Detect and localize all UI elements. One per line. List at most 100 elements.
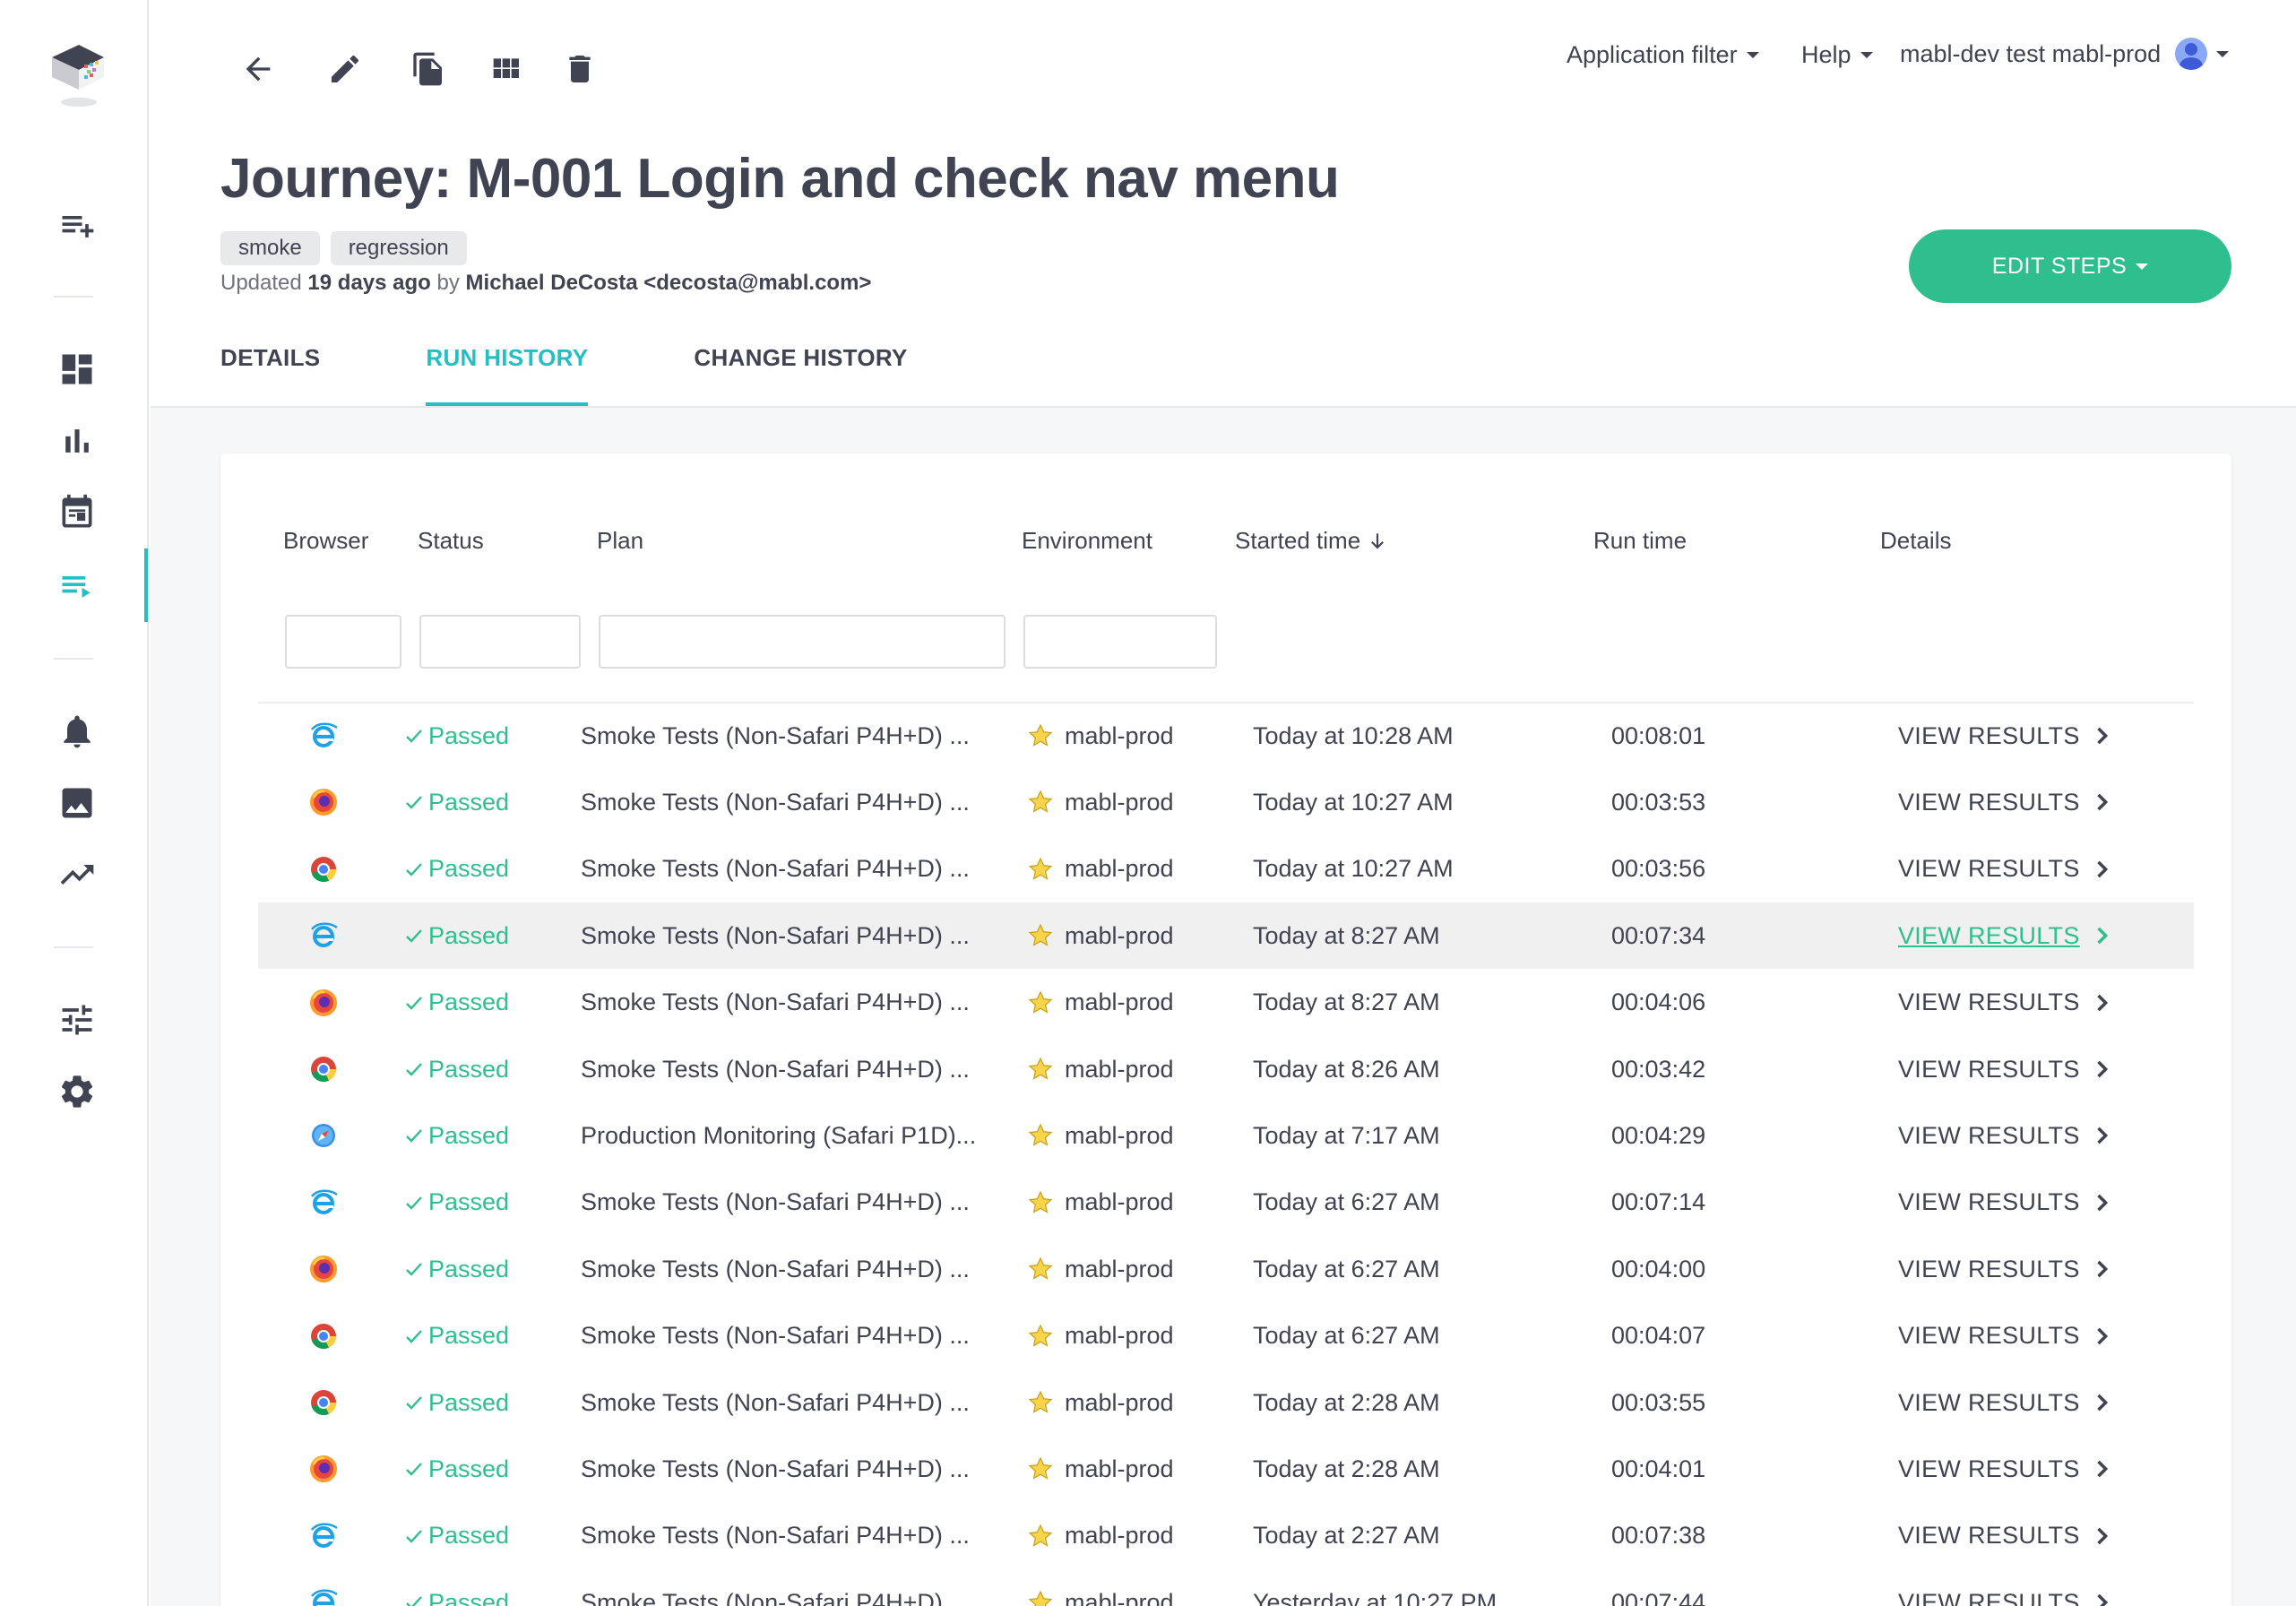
- star-icon: [1028, 1057, 1053, 1080]
- plan-cell[interactable]: Smoke Tests (Non-Safari P4H+D) ...: [581, 902, 970, 969]
- table-row[interactable]: Passed Smoke Tests (Non-Safari P4H+D) ..…: [258, 1436, 2194, 1502]
- plan-cell[interactable]: Smoke Tests (Non-Safari P4H+D) ...: [581, 1170, 970, 1236]
- plan-cell[interactable]: Smoke Tests (Non-Safari P4H+D) ...: [581, 1236, 970, 1302]
- table-row[interactable]: Passed Smoke Tests (Non-Safari P4H+D) ..…: [258, 1170, 2194, 1236]
- environment-label: mabl-prod: [1065, 1322, 1174, 1350]
- column-header-started-time[interactable]: Started time: [1235, 527, 1389, 555]
- view-results-link[interactable]: VIEW RESULTS: [1898, 902, 2114, 969]
- star-icon: [1028, 790, 1053, 814]
- star-icon: [1028, 1457, 1053, 1481]
- copy-icon[interactable]: [406, 47, 451, 91]
- dashboard-icon[interactable]: [54, 346, 100, 393]
- status-label: Passed: [428, 1255, 510, 1282]
- table-row[interactable]: Passed Smoke Tests (Non-Safari P4H+D) ..…: [258, 902, 2194, 970]
- trend-icon[interactable]: [54, 851, 100, 898]
- check-icon: [406, 1263, 422, 1276]
- run-time-cell: 00:04:07: [1611, 1322, 1706, 1350]
- notifications-icon[interactable]: [54, 708, 100, 755]
- tab-details[interactable]: DETAILS: [220, 344, 320, 407]
- calendar-icon[interactable]: [54, 489, 100, 536]
- table-row[interactable]: Passed Smoke Tests (Non-Safari P4H+D) ..…: [258, 1036, 2194, 1102]
- plan-cell[interactable]: Smoke Tests (Non-Safari P4H+D) ...: [581, 703, 970, 769]
- view-results-link[interactable]: VIEW RESULTS: [1898, 970, 2114, 1036]
- tab-run-history[interactable]: RUN HISTORY: [426, 344, 589, 407]
- status-label: Passed: [428, 1388, 510, 1416]
- table-row[interactable]: Passed Smoke Tests (Non-Safari P4H+D) ..…: [258, 703, 2194, 769]
- started-time-cell: Today at 6:27 AM: [1253, 1255, 1440, 1282]
- column-header-status[interactable]: Status: [418, 527, 484, 555]
- plan-cell[interactable]: Smoke Tests (Non-Safari P4H+D) ...: [581, 1569, 970, 1606]
- grid-icon[interactable]: [483, 47, 528, 91]
- environment-filter-input[interactable]: [1023, 615, 1217, 669]
- plan-cell[interactable]: Smoke Tests (Non-Safari P4H+D) ...: [581, 836, 970, 902]
- mabl-logo[interactable]: [45, 38, 108, 118]
- plan-cell[interactable]: Production Monitoring (Safari P1D)...: [581, 1102, 976, 1169]
- view-results-link[interactable]: VIEW RESULTS: [1898, 1503, 2114, 1569]
- view-results-link[interactable]: VIEW RESULTS: [1898, 703, 2114, 769]
- sidebar: [0, 0, 149, 1606]
- star-icon: [1028, 723, 1053, 747]
- tab-change-history[interactable]: CHANGE HISTORY: [694, 344, 907, 407]
- table-row[interactable]: Passed Smoke Tests (Non-Safari P4H+D) ..…: [258, 970, 2194, 1036]
- view-results-link[interactable]: VIEW RESULTS: [1898, 1170, 2114, 1236]
- table-row[interactable]: Passed Smoke Tests (Non-Safari P4H+D) ..…: [258, 1503, 2194, 1569]
- chevron-right-icon: [2096, 727, 2108, 745]
- tag-smoke[interactable]: smoke: [220, 231, 320, 265]
- view-results-label: VIEW RESULTS: [1898, 1322, 2080, 1350]
- view-results-link[interactable]: VIEW RESULTS: [1898, 769, 2114, 835]
- status-filter-input[interactable]: [419, 615, 581, 669]
- view-results-link[interactable]: VIEW RESULTS: [1898, 1369, 2114, 1436]
- column-header-run-time[interactable]: Run time: [1593, 527, 1687, 555]
- environment-label: mabl-prod: [1065, 788, 1174, 816]
- edit-icon[interactable]: [323, 47, 367, 91]
- column-header-plan[interactable]: Plan: [597, 527, 643, 555]
- view-results-link[interactable]: VIEW RESULTS: [1898, 1036, 2114, 1102]
- tune-icon[interactable]: [54, 997, 100, 1043]
- view-results-link[interactable]: VIEW RESULTS: [1898, 1436, 2114, 1502]
- journeys-icon[interactable]: [54, 563, 100, 609]
- plan-cell[interactable]: Smoke Tests (Non-Safari P4H+D) ...: [581, 1369, 970, 1436]
- delete-icon[interactable]: [557, 47, 602, 91]
- view-results-link[interactable]: VIEW RESULTS: [1898, 1236, 2114, 1302]
- tag-list: smoke regression: [220, 231, 467, 265]
- table-row[interactable]: Passed Smoke Tests (Non-Safari P4H+D) ..…: [258, 1303, 2194, 1369]
- create-icon[interactable]: [54, 203, 100, 249]
- column-header-browser[interactable]: Browser: [283, 527, 368, 555]
- status-label: Passed: [428, 1188, 510, 1216]
- plan-cell[interactable]: Smoke Tests (Non-Safari P4H+D) ...: [581, 1503, 970, 1569]
- plan-cell[interactable]: Smoke Tests (Non-Safari P4H+D) ...: [581, 970, 970, 1036]
- column-header-environment[interactable]: Environment: [1022, 527, 1152, 555]
- table-row[interactable]: Passed Smoke Tests (Non-Safari P4H+D) ..…: [258, 1369, 2194, 1436]
- browser-filter-input[interactable]: [285, 615, 401, 669]
- started-time-cell: Today at 2:27 AM: [1253, 1522, 1440, 1550]
- plan-cell[interactable]: Smoke Tests (Non-Safari P4H+D) ...: [581, 1303, 970, 1369]
- run-time-cell: 00:07:34: [1611, 921, 1706, 949]
- view-results-link[interactable]: VIEW RESULTS: [1898, 1303, 2114, 1369]
- plan-cell[interactable]: Smoke Tests (Non-Safari P4H+D) ...: [581, 1036, 970, 1102]
- environment-label: mabl-prod: [1065, 1588, 1174, 1606]
- sort-down-arrow-icon: [1371, 532, 1385, 548]
- status-label: Passed: [428, 1455, 510, 1482]
- image-icon[interactable]: [54, 780, 100, 826]
- view-results-link[interactable]: VIEW RESULTS: [1898, 1569, 2114, 1606]
- edit-steps-button[interactable]: EDIT STEPS: [1909, 229, 2231, 303]
- table-row[interactable]: Passed Smoke Tests (Non-Safari P4H+D) ..…: [258, 836, 2194, 902]
- view-results-link[interactable]: VIEW RESULTS: [1898, 836, 2114, 902]
- environment-label: mabl-prod: [1065, 721, 1174, 749]
- plan-filter-input[interactable]: [599, 615, 1006, 669]
- back-icon[interactable]: [236, 47, 281, 91]
- plan-cell[interactable]: Smoke Tests (Non-Safari P4H+D) ...: [581, 769, 970, 835]
- settings-icon[interactable]: [54, 1068, 100, 1115]
- help-menu[interactable]: Help: [1801, 41, 1873, 69]
- table-row[interactable]: Passed Smoke Tests (Non-Safari P4H+D) ..…: [258, 1569, 2194, 1606]
- user-menu[interactable]: mabl-dev test mabl-prod: [1900, 38, 2230, 70]
- table-row[interactable]: Passed Smoke Tests (Non-Safari P4H+D) ..…: [258, 769, 2194, 835]
- insights-icon[interactable]: [54, 418, 100, 464]
- plan-cell[interactable]: Smoke Tests (Non-Safari P4H+D) ...: [581, 1436, 970, 1502]
- application-filter-menu[interactable]: Application filter: [1567, 41, 1759, 69]
- view-results-link[interactable]: VIEW RESULTS: [1898, 1102, 2114, 1169]
- table-row[interactable]: Passed Production Monitoring (Safari P1D…: [258, 1102, 2194, 1169]
- tag-regression[interactable]: regression: [330, 231, 467, 265]
- run-time-cell: 00:08:01: [1611, 721, 1706, 749]
- table-row[interactable]: Passed Smoke Tests (Non-Safari P4H+D) ..…: [258, 1236, 2194, 1302]
